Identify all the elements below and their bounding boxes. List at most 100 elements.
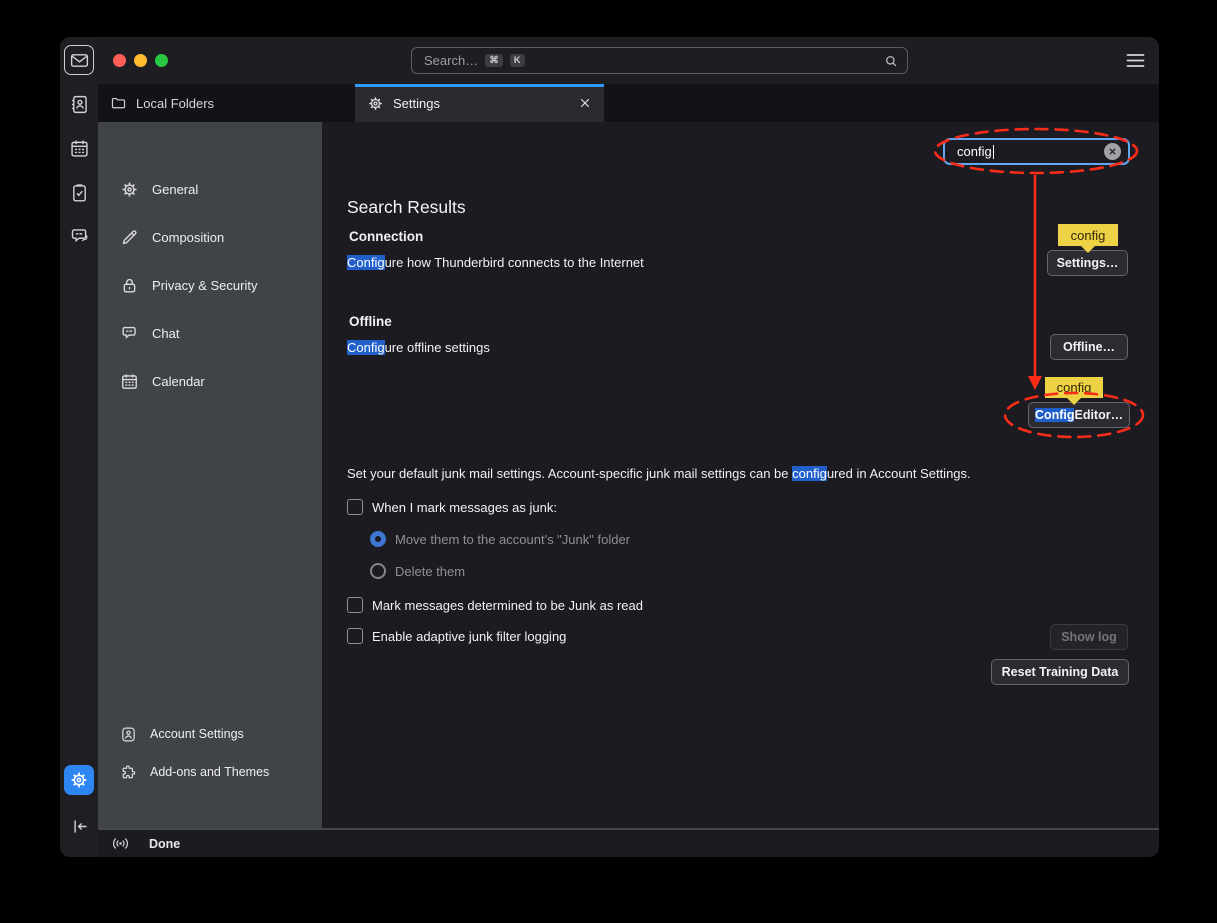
settings-sidebar: General Composition Privacy & Security C…: [98, 122, 322, 828]
hamburger-menu-icon: [1126, 53, 1145, 68]
puzzle-icon: [120, 764, 137, 781]
search-icon: [883, 53, 899, 69]
tab-settings[interactable]: Settings: [355, 84, 604, 122]
mail-icon: [69, 50, 90, 71]
address-book-icon: [69, 94, 90, 115]
tab-label: Local Folders: [136, 96, 214, 111]
status-bar: Done: [98, 828, 1159, 857]
close-window-button[interactable]: [113, 54, 126, 67]
sidebar-item-label: Chat: [152, 326, 179, 341]
sidebar-item-label: Add-ons and Themes: [150, 765, 269, 779]
settings-search-input[interactable]: config: [943, 138, 1130, 165]
calendar-space-button[interactable]: [64, 133, 94, 163]
close-tab-button[interactable]: [578, 96, 592, 110]
app-menu-button[interactable]: [1125, 51, 1145, 69]
global-search-field[interactable]: Search… ⌘ K: [411, 47, 908, 74]
sidebar-item-calendar[interactable]: Calendar: [98, 357, 322, 405]
tab-bar: Local Folders Settings: [98, 84, 1159, 122]
activity-broadcast-icon[interactable]: [111, 836, 130, 851]
chat-space-button[interactable]: [64, 221, 94, 251]
mark-read-checkbox[interactable]: [347, 597, 363, 613]
zoom-window-button[interactable]: [155, 54, 168, 67]
junk-settings-intro: Set your default junk mail settings. Acc…: [347, 466, 971, 481]
config-editor-button[interactable]: Config Editor…: [1028, 402, 1130, 428]
annotation-arrow-head: [1028, 376, 1042, 390]
folder-icon: [110, 95, 127, 112]
description-rest: ure how Thunderbird connects to the Inte…: [385, 255, 644, 270]
checkbox-row-mark-read: Mark messages determined to be Junk as r…: [347, 595, 643, 615]
tasks-space-button[interactable]: [64, 177, 94, 207]
tab-label: Settings: [393, 96, 440, 111]
thunderbird-window: Search… ⌘ K Local Folders Settings: [60, 37, 1159, 857]
radio-label: Move them to the account's "Junk" folder: [395, 532, 630, 547]
tasks-icon: [69, 182, 90, 203]
gear-icon: [367, 95, 384, 112]
checkbox-label: When I mark messages as junk:: [372, 500, 557, 515]
checkbox-label: Mark messages determined to be Junk as r…: [372, 598, 643, 613]
titlebar: Search… ⌘ K: [98, 37, 1159, 84]
tab-local-folders[interactable]: Local Folders: [98, 84, 355, 122]
pencil-icon: [120, 228, 139, 247]
sidebar-item-label: Privacy & Security: [152, 278, 257, 293]
delete-them-radio[interactable]: [370, 563, 386, 579]
sidebar-item-general[interactable]: General: [98, 165, 322, 213]
intro-pre: Set your default junk mail settings. Acc…: [347, 466, 792, 481]
result-description-connection: Configure how Thunderbird connects to th…: [347, 255, 644, 270]
minimize-window-button[interactable]: [134, 54, 147, 67]
sidebar-item-privacy-security[interactable]: Privacy & Security: [98, 261, 322, 309]
show-log-button[interactable]: Show log: [1050, 624, 1128, 650]
highlighted-match: config: [792, 466, 827, 481]
connection-settings-button[interactable]: Settings…: [1047, 250, 1128, 276]
collapse-spaces-button[interactable]: [64, 811, 94, 841]
calendar-icon: [69, 138, 90, 159]
sidebar-item-label: Calendar: [152, 374, 205, 389]
annotation-flag-config-2: config: [1045, 377, 1103, 398]
highlighted-match: Config: [347, 255, 385, 270]
spaces-toolbar: [60, 37, 98, 857]
radio-label: Delete them: [395, 564, 465, 579]
sidebar-item-label: General: [152, 182, 198, 197]
chat-icon: [69, 226, 90, 247]
text-caret: [993, 145, 995, 159]
settings-search-value: config: [957, 144, 992, 159]
sidebar-item-label: Composition: [152, 230, 224, 245]
mark-junk-checkbox[interactable]: [347, 499, 363, 515]
settings-gear-icon: [69, 770, 89, 790]
checkbox-row-mark-junk: When I mark messages as junk:: [347, 497, 557, 517]
button-label-rest: Editor…: [1074, 408, 1123, 422]
intro-post: ured in Account Settings.: [827, 466, 971, 481]
calendar-icon: [120, 372, 139, 391]
section-heading-offline: Offline: [349, 314, 392, 329]
sidebar-footer: Account Settings Add-ons and Themes: [98, 715, 322, 791]
highlighted-match: Config: [1035, 408, 1075, 422]
offline-button[interactable]: Offline…: [1050, 334, 1128, 360]
sidebar-item-composition[interactable]: Composition: [98, 213, 322, 261]
adaptive-logging-checkbox[interactable]: [347, 628, 363, 644]
move-to-junk-radio[interactable]: [370, 531, 386, 547]
gear-icon: [120, 180, 139, 199]
settings-content: config Search Results Connection Configu…: [322, 122, 1159, 828]
sidebar-item-account-settings[interactable]: Account Settings: [98, 715, 322, 753]
global-search-placeholder: Search…: [424, 53, 478, 68]
sidebar-item-addons-themes[interactable]: Add-ons and Themes: [98, 753, 322, 791]
checkbox-row-adaptive-logging: Enable adaptive junk filter logging: [347, 626, 566, 646]
lock-icon: [120, 276, 139, 295]
result-description-offline: Configure offline settings: [347, 340, 490, 355]
section-heading-connection: Connection: [349, 229, 423, 244]
sidebar-item-chat[interactable]: Chat: [98, 309, 322, 357]
highlighted-match: Config: [347, 340, 385, 355]
collapse-icon: [69, 816, 90, 837]
radio-row-move-junk: Move them to the account's "Junk" folder: [370, 529, 630, 549]
search-results-heading: Search Results: [347, 197, 466, 218]
mail-space-button[interactable]: [64, 45, 94, 75]
shortcut-cmd-key: ⌘: [485, 54, 503, 67]
account-icon: [120, 726, 137, 743]
address-book-space-button[interactable]: [64, 89, 94, 119]
reset-training-data-button[interactable]: Reset Training Data: [991, 659, 1129, 685]
clear-search-button[interactable]: [1104, 143, 1121, 160]
annotation-flag-config-1: config: [1058, 224, 1118, 246]
status-text: Done: [149, 837, 180, 851]
checkbox-label: Enable adaptive junk filter logging: [372, 629, 566, 644]
chat-bubbles-icon: [120, 324, 139, 343]
settings-space-button[interactable]: [64, 765, 94, 795]
